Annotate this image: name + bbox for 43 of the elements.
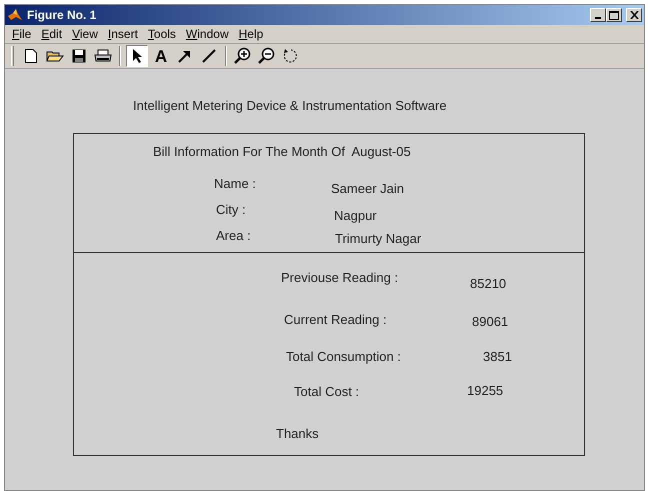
close-icon [630, 11, 638, 19]
rotate-icon [283, 48, 299, 64]
field-label: City : [216, 200, 246, 219]
heading: Intelligent Metering Device & Instrumentation Software [132, 97, 448, 115]
text-tool-button[interactable]: A [150, 45, 172, 67]
menu-item[interactable]: Insert [102, 25, 143, 43]
reading-label: Previouse Reading : [281, 268, 398, 287]
field-value: Sameer Jain [331, 180, 404, 198]
pointer-icon [131, 48, 143, 64]
pointer-button[interactable] [126, 45, 148, 67]
new-file-icon [24, 48, 38, 64]
field-value: Nagpur [334, 206, 377, 225]
reading-label: Current Reading : [284, 310, 387, 329]
reading-value: 3851 [483, 348, 512, 366]
menu-item[interactable]: File [7, 25, 36, 43]
reading-label: Total Consumption : [286, 348, 401, 366]
menu-item[interactable]: View [67, 25, 103, 43]
thanks-text: Thanks [276, 424, 319, 442]
maximize-button[interactable] [606, 8, 622, 22]
line-icon [201, 48, 217, 64]
field-value: Trimurty Nagar [335, 230, 422, 248]
reading-value: 89061 [472, 312, 508, 330]
folder-icon [46, 49, 64, 63]
menu-item[interactable]: Edit [36, 25, 68, 43]
maximize-icon [609, 10, 619, 20]
window-title: Figure No. 1 [27, 7, 96, 24]
field-label: Name : [214, 174, 256, 192]
close-button[interactable] [626, 8, 642, 22]
menu-item[interactable]: Tools [142, 25, 181, 43]
reading-label: Total Cost : [294, 382, 360, 400]
save-icon [72, 49, 86, 63]
zoom-out-icon [258, 47, 276, 65]
field-label: Area : [216, 226, 251, 244]
reading-value: 19255 [467, 382, 504, 400]
reading-value: 85210 [470, 274, 506, 292]
app-icon [7, 8, 23, 22]
zoom-in-icon [234, 47, 252, 65]
menu-item[interactable]: Help [234, 25, 268, 43]
printer-icon [94, 49, 112, 63]
minimize-button[interactable] [590, 8, 606, 22]
arrow-icon [177, 48, 193, 64]
menu-item[interactable]: Window [180, 25, 234, 43]
bill-title: Bill Information For The Month Of August-05 [153, 142, 411, 161]
